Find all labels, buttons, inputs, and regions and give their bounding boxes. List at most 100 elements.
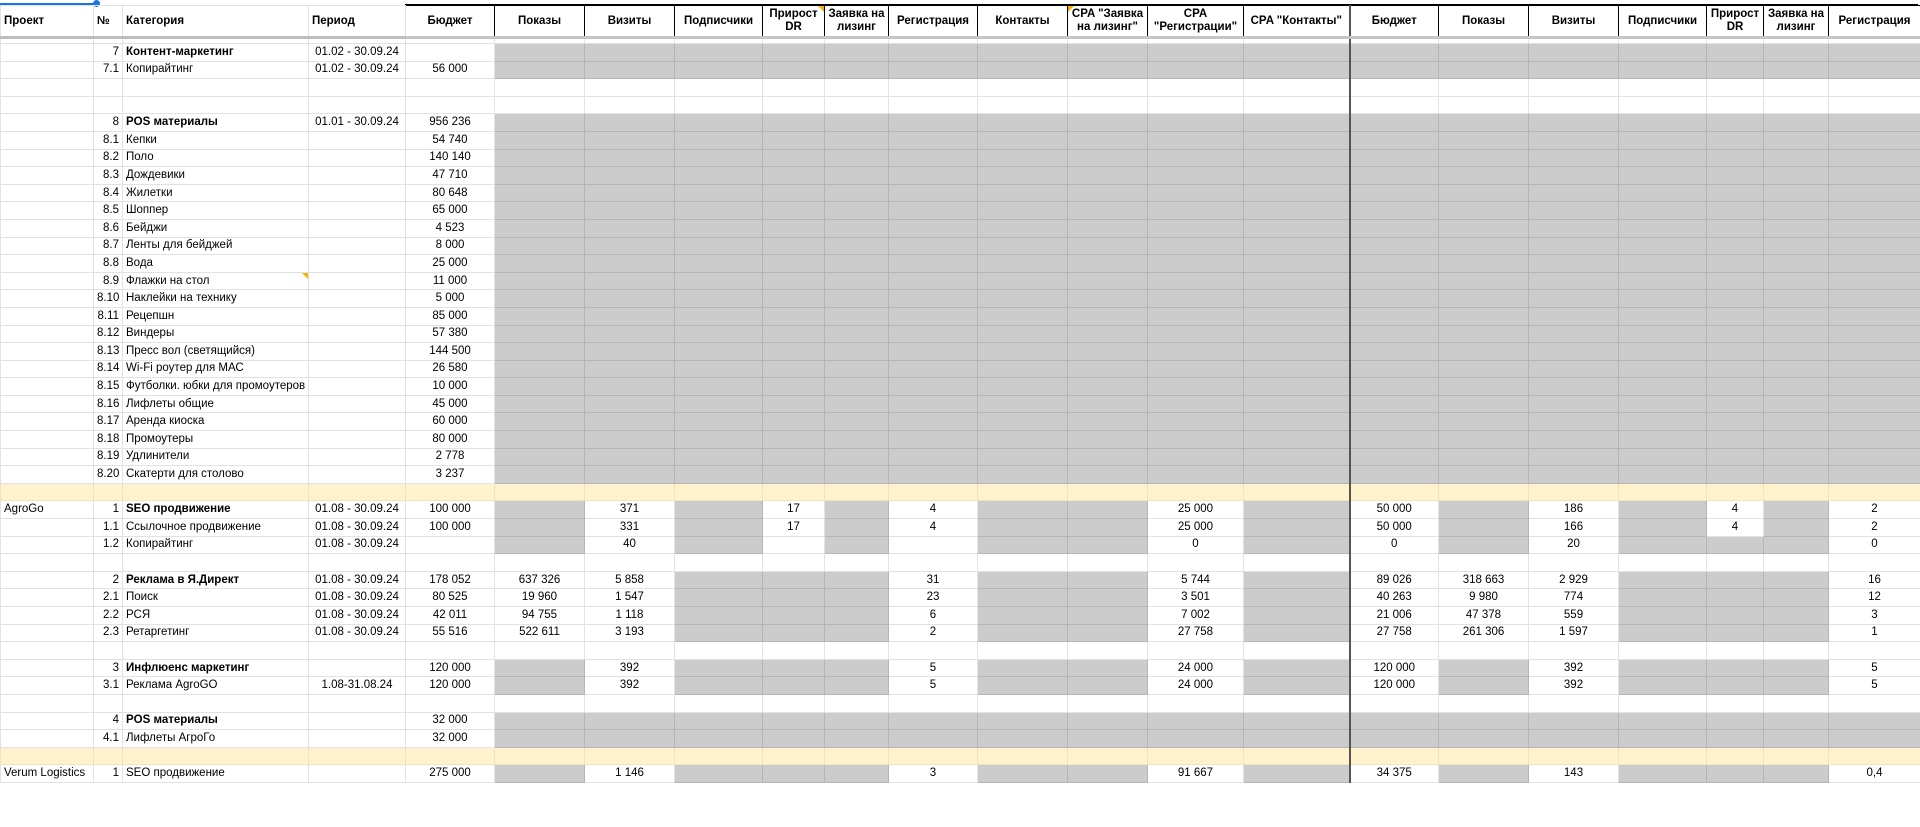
cell-visits[interactable]: 40 — [584, 535, 675, 555]
cell-contacts[interactable] — [977, 324, 1068, 344]
cell-plan-registrations[interactable] — [1828, 430, 1920, 449]
cell-impressions[interactable] — [494, 693, 585, 713]
cell-plan-impressions[interactable] — [1438, 394, 1529, 414]
cell-period[interactable] — [308, 693, 406, 713]
cell-budget[interactable]: 120 000 — [405, 676, 495, 695]
cell-cpa-leasing[interactable] — [1067, 148, 1148, 168]
cell-visits[interactable] — [584, 324, 675, 344]
cell-subscribers[interactable] — [674, 218, 763, 238]
cell-cpa-contacts[interactable] — [1243, 60, 1351, 80]
cell-cpa-leasing[interactable] — [1067, 271, 1148, 291]
cell-cpa-registrations[interactable] — [1147, 342, 1244, 361]
cell-registrations[interactable] — [888, 447, 978, 467]
cell-budget[interactable]: 25 000 — [405, 254, 495, 273]
cell-leasing-requests[interactable] — [824, 60, 889, 80]
cell-plan-visits[interactable] — [1528, 465, 1619, 484]
cell-number[interactable]: 7.1 — [93, 60, 123, 80]
cell-plan-impressions[interactable] — [1438, 183, 1529, 203]
cell-project[interactable]: Verum Logistics — [0, 764, 94, 783]
cell-subscribers[interactable] — [674, 306, 763, 326]
cell-cpa-contacts[interactable] — [1243, 412, 1351, 432]
cell-cpa-registrations[interactable] — [1147, 113, 1244, 132]
cell-plan-leasing-requests[interactable] — [1763, 676, 1829, 695]
cell-contacts[interactable] — [977, 746, 1068, 766]
cell-visits[interactable] — [584, 746, 675, 766]
cell-budget[interactable]: 47 710 — [405, 166, 495, 185]
cell-registrations[interactable] — [888, 113, 978, 132]
cell-period[interactable] — [308, 465, 406, 484]
cell-subscribers[interactable] — [674, 289, 763, 308]
cell-impressions[interactable] — [494, 535, 585, 555]
cell-dr-growth[interactable] — [762, 570, 825, 590]
cell-plan-registrations[interactable] — [1828, 447, 1920, 467]
cell-cpa-registrations[interactable]: 91 667 — [1147, 764, 1244, 783]
column-header-plan-budget[interactable]: Бюджет — [1349, 5, 1439, 39]
cell-registrations[interactable] — [888, 553, 978, 572]
cell-number[interactable]: 8 — [93, 113, 123, 132]
cell-dr-growth[interactable] — [762, 377, 825, 396]
cell-plan-dr-growth[interactable] — [1706, 218, 1764, 238]
cell-project[interactable] — [0, 465, 94, 484]
cell-number[interactable]: 8.1 — [93, 130, 123, 150]
cell-number[interactable] — [93, 553, 123, 572]
cell-category[interactable]: Жилетки — [122, 183, 309, 203]
cell-contacts[interactable] — [977, 394, 1068, 414]
cell-number[interactable]: 8.13 — [93, 342, 123, 361]
cell-registrations[interactable] — [888, 342, 978, 361]
cell-category[interactable] — [122, 746, 309, 766]
cell-visits[interactable] — [584, 359, 675, 379]
cell-cpa-leasing[interactable] — [1067, 236, 1148, 256]
cell-subscribers[interactable] — [674, 342, 763, 361]
cell-contacts[interactable] — [977, 535, 1068, 555]
cell-plan-registrations[interactable] — [1828, 95, 1920, 115]
cell-plan-dr-growth[interactable] — [1706, 676, 1764, 695]
cell-plan-leasing-requests[interactable] — [1763, 166, 1829, 185]
cell-plan-impressions[interactable] — [1438, 482, 1529, 502]
cell-plan-impressions[interactable]: 9 980 — [1438, 588, 1529, 607]
cell-cpa-contacts[interactable] — [1243, 324, 1351, 344]
cell-cpa-contacts[interactable] — [1243, 130, 1351, 150]
cell-contacts[interactable] — [977, 606, 1068, 625]
cell-plan-budget[interactable] — [1349, 95, 1439, 115]
cell-subscribers[interactable] — [674, 254, 763, 273]
cell-project[interactable] — [0, 306, 94, 326]
cell-number[interactable] — [93, 78, 123, 97]
cell-visits[interactable] — [584, 78, 675, 97]
cell-category[interactable]: Скатерти для столово — [122, 465, 309, 484]
cell-category[interactable]: Кепки — [122, 130, 309, 150]
cell-plan-impressions[interactable] — [1438, 711, 1529, 731]
cell-category[interactable]: РСЯ — [122, 606, 309, 625]
cell-plan-subscribers[interactable] — [1618, 570, 1707, 590]
cell-period[interactable] — [308, 271, 406, 291]
cell-plan-budget[interactable] — [1349, 342, 1439, 361]
cell-period[interactable] — [308, 254, 406, 273]
cell-number[interactable]: 2.2 — [93, 606, 123, 625]
cell-plan-impressions[interactable] — [1438, 130, 1529, 150]
cell-subscribers[interactable] — [674, 412, 763, 432]
cell-plan-impressions[interactable] — [1438, 289, 1529, 308]
cell-registrations[interactable]: 5 — [888, 676, 978, 695]
cell-visits[interactable] — [584, 148, 675, 168]
cell-plan-leasing-requests[interactable] — [1763, 342, 1829, 361]
cell-plan-impressions[interactable] — [1438, 553, 1529, 572]
cell-cpa-contacts[interactable] — [1243, 183, 1351, 203]
cell-contacts[interactable] — [977, 641, 1068, 660]
cell-category[interactable]: Поло — [122, 148, 309, 168]
cell-cpa-contacts[interactable] — [1243, 148, 1351, 168]
cell-visits[interactable] — [584, 130, 675, 150]
cell-plan-dr-growth[interactable] — [1706, 60, 1764, 80]
cell-plan-dr-growth[interactable] — [1706, 430, 1764, 449]
cell-plan-leasing-requests[interactable] — [1763, 518, 1829, 537]
cell-contacts[interactable] — [977, 254, 1068, 273]
cell-contacts[interactable] — [977, 183, 1068, 203]
cell-plan-dr-growth[interactable] — [1706, 711, 1764, 731]
cell-cpa-registrations[interactable] — [1147, 254, 1244, 273]
cell-contacts[interactable] — [977, 113, 1068, 132]
cell-number[interactable] — [93, 641, 123, 660]
cell-plan-budget[interactable]: 89 026 — [1349, 570, 1439, 590]
cell-plan-impressions[interactable] — [1438, 377, 1529, 396]
cell-plan-dr-growth[interactable] — [1706, 729, 1764, 748]
cell-plan-leasing-requests[interactable] — [1763, 306, 1829, 326]
cell-plan-impressions[interactable] — [1438, 60, 1529, 80]
cell-contacts[interactable] — [977, 465, 1068, 484]
